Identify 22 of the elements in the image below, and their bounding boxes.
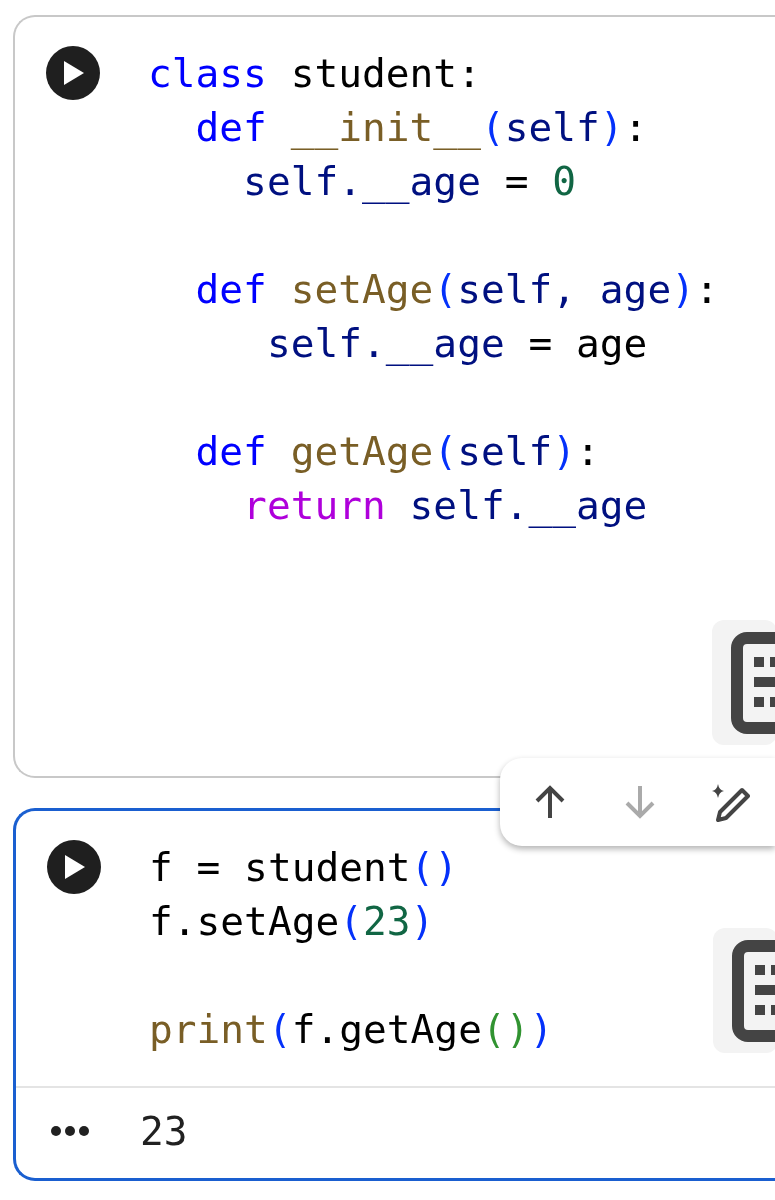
run-button[interactable] [46,46,100,100]
code-line: return self.__age [242,481,649,530]
code-line: f = student() [149,843,460,892]
play-icon [62,854,86,880]
form-icon [730,630,775,735]
code-cell[interactable]: f = student() f.setAge(23) print(f.getAge()) 23 [13,808,775,1181]
code-line: def getAge(self): [194,427,601,476]
output-text: 23 [140,1107,188,1156]
code-line: def setAge(self, age): [194,265,719,314]
run-button[interactable] [47,840,101,894]
code-line: print(f.getAge()) [149,1005,554,1054]
code-line: self.__age = age [265,319,649,368]
form-toggle-button[interactable] [713,928,775,1053]
code-cell[interactable]: class student: def __init__(self): self.__age = 0 def setAge(self, age): self.__age = age def getAge(self): return self.__age [13,15,775,778]
form-icon [731,938,775,1043]
play-icon [61,60,85,86]
more-icon [50,1125,90,1137]
code-line: class student: [148,49,482,98]
code-line: def __init__(self): [194,103,649,152]
code-line: f.setAge(23) [149,897,436,946]
form-toggle-button[interactable] [712,620,775,745]
code-line: self.__age = 0 [242,157,578,206]
